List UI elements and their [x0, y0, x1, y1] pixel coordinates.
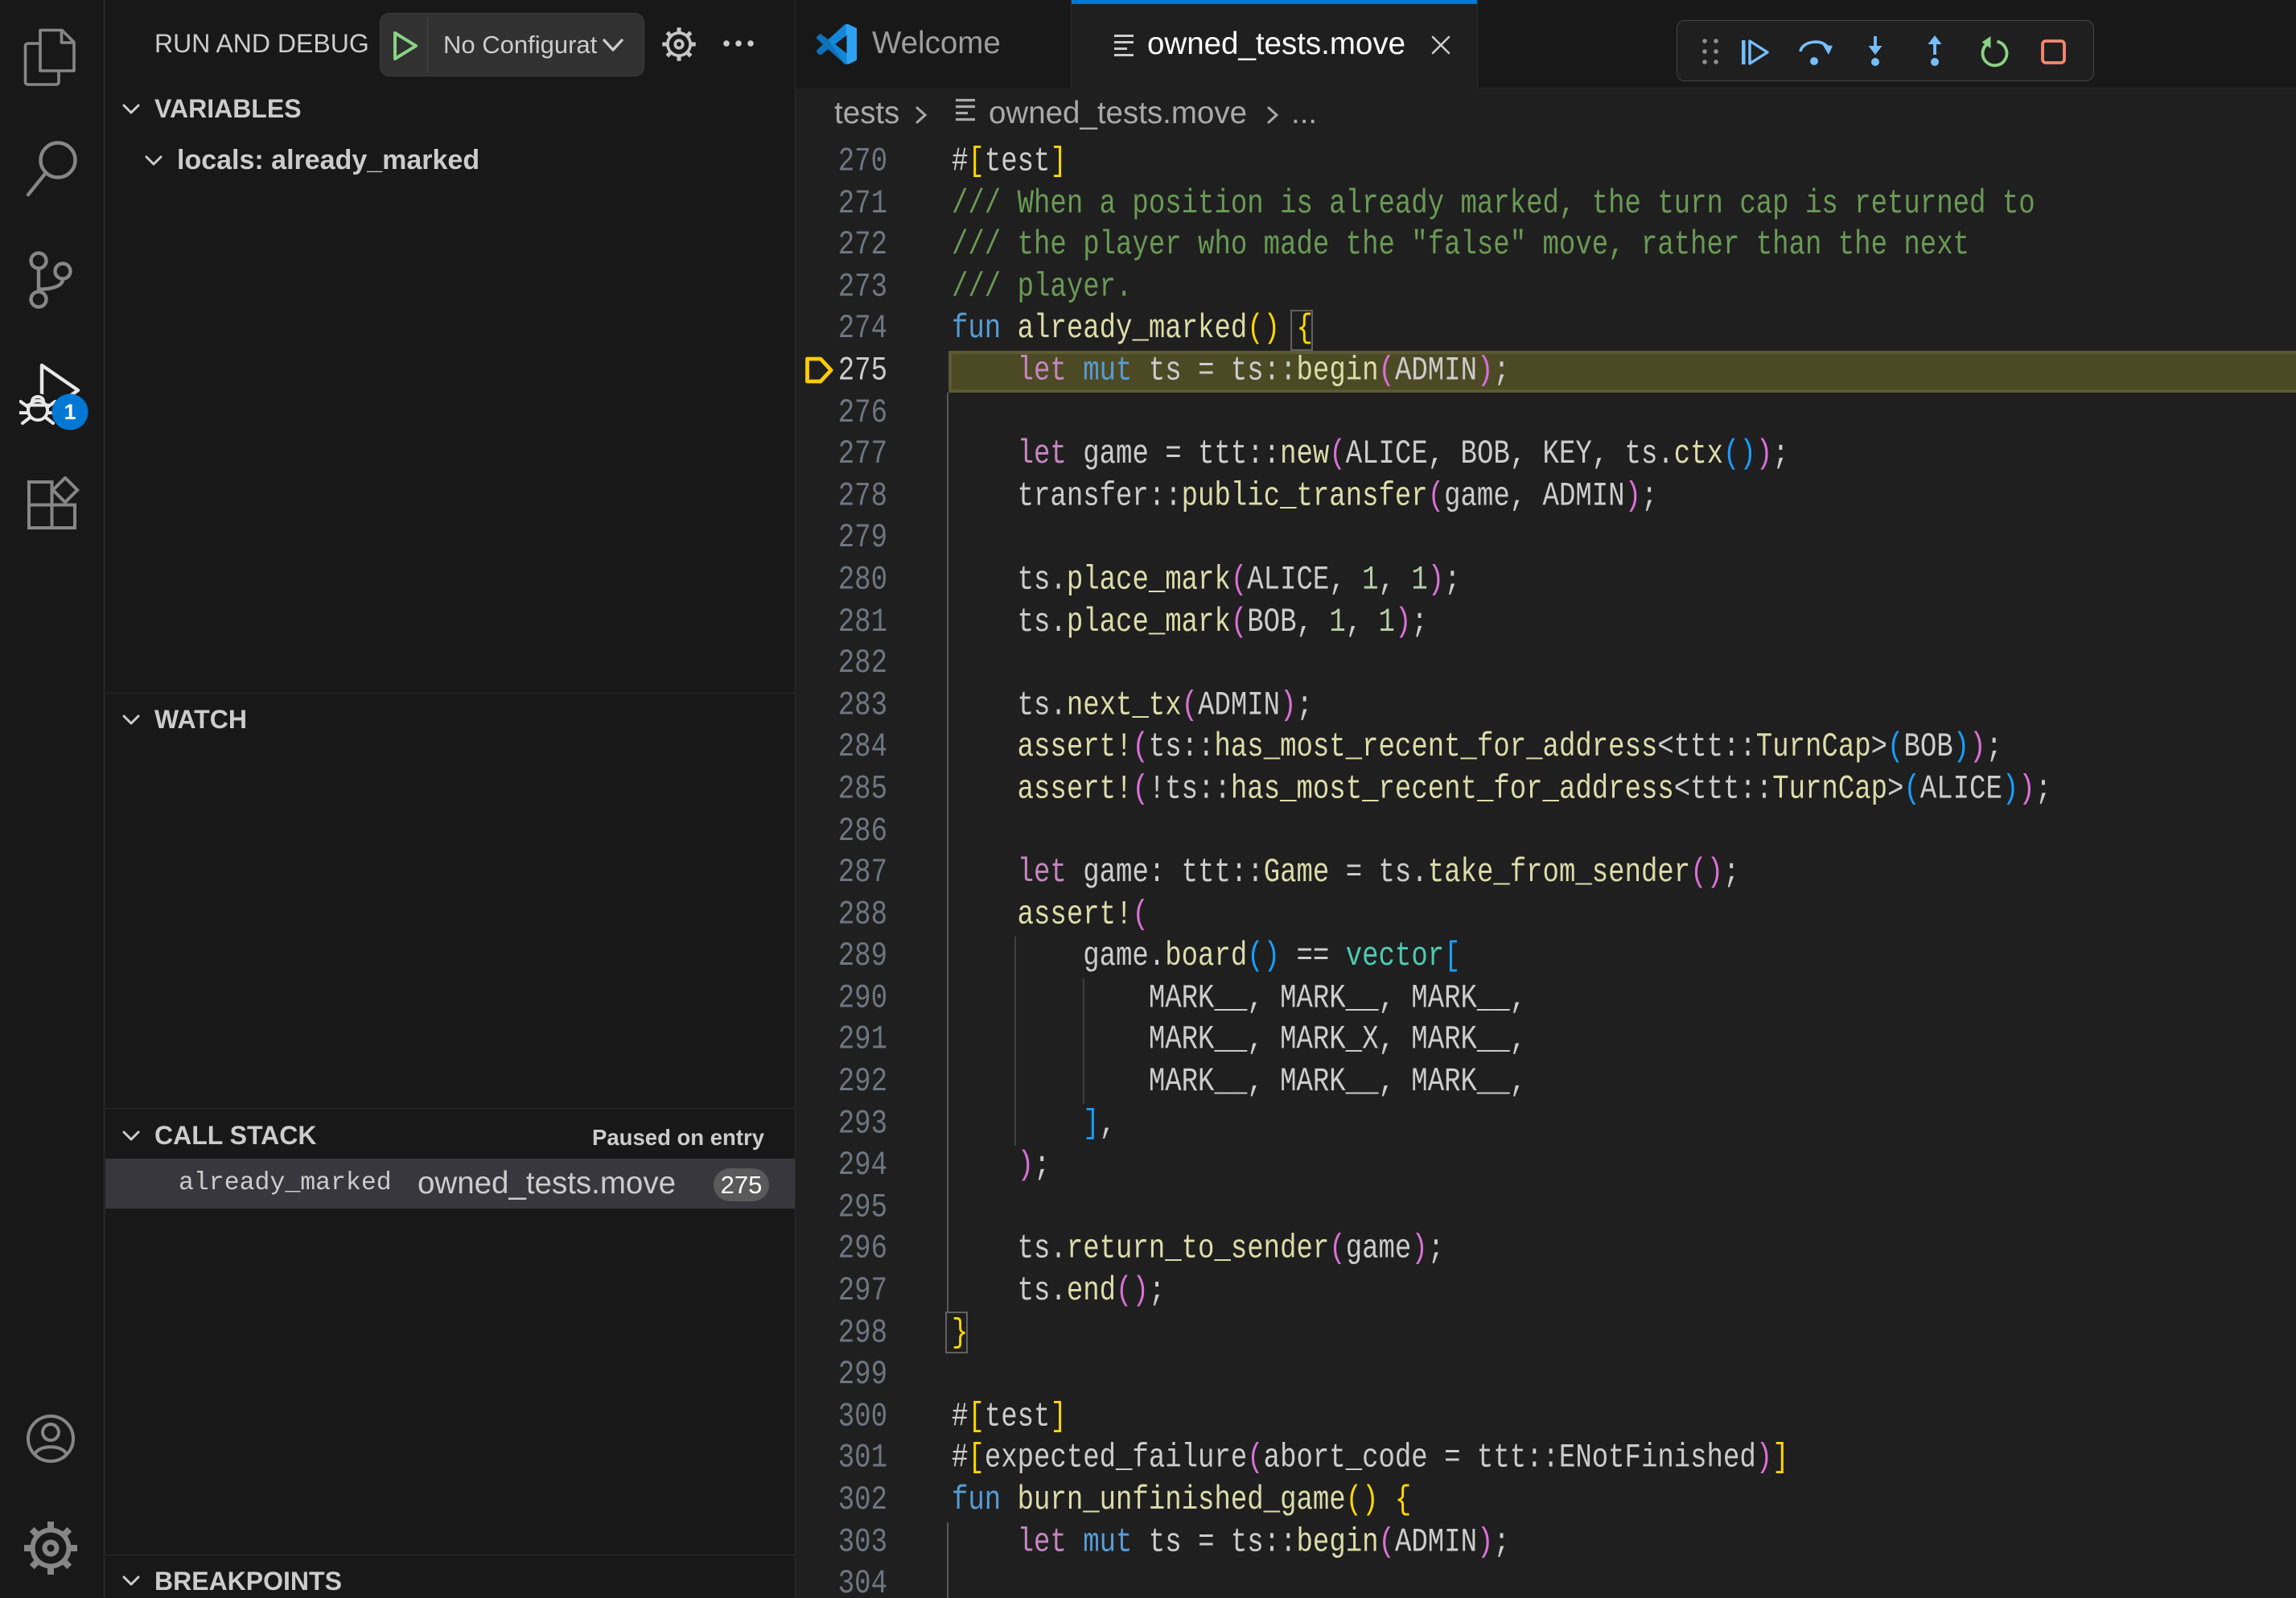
- svg-text:1: 1: [64, 400, 76, 424]
